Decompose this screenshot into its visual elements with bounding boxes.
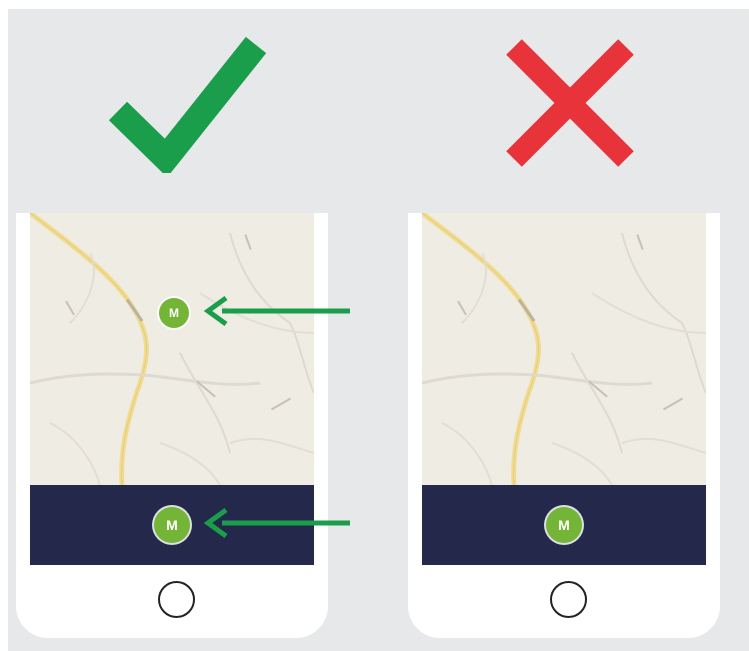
comparison-canvas: M M M <box>8 9 749 651</box>
map-pin[interactable]: M <box>159 298 189 328</box>
home-button-icon[interactable] <box>550 581 587 618</box>
tabbar-pin[interactable]: M <box>546 507 582 543</box>
map-view: M <box>30 213 314 485</box>
home-button-icon[interactable] <box>158 581 195 618</box>
left-arrow-icon <box>203 508 350 538</box>
bottom-bar: M <box>422 485 706 565</box>
left-arrow-icon <box>203 296 350 326</box>
phone-correct: M M <box>16 213 328 638</box>
phone-incorrect: M <box>408 213 720 638</box>
cross-mark-icon <box>506 39 634 167</box>
tabbar-pin[interactable]: M <box>154 507 190 543</box>
check-mark-icon <box>108 36 267 173</box>
map-view <box>422 213 706 485</box>
